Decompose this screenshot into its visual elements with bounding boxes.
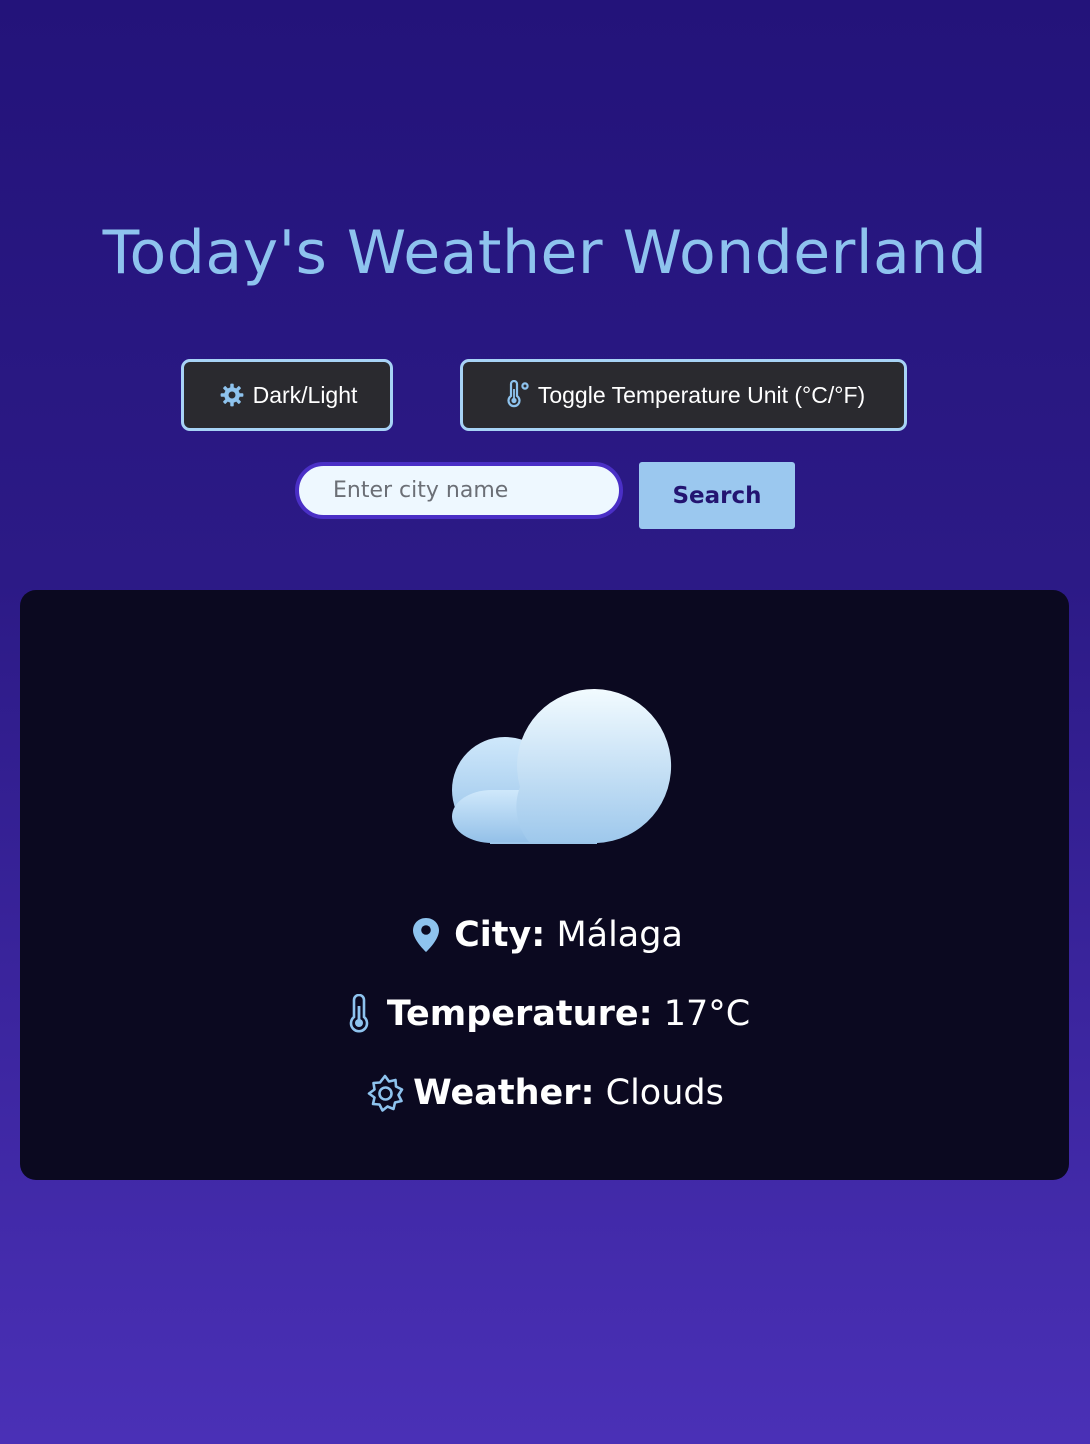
unit-toggle-button[interactable]: Toggle Temperature Unit (°C/°F) (460, 359, 907, 431)
search-button[interactable]: Search (639, 462, 795, 529)
city-search-input[interactable] (295, 462, 623, 519)
thermometer-icon (339, 994, 379, 1034)
city-label: City: (454, 915, 546, 955)
thermometer-degree-icon (502, 380, 532, 410)
temperature-label: Temperature: (386, 994, 653, 1034)
city-value: Málaga (556, 915, 683, 955)
gear-icon (365, 1073, 405, 1113)
weather-row: Weather: Clouds (20, 1073, 1069, 1113)
weather-card: City: Málaga Temperature: 17°C Weather: … (20, 590, 1069, 1180)
theme-toggle-label: Dark/Light (252, 381, 358, 408)
gear-icon (217, 380, 247, 410)
temperature-row: Temperature: 17°C (20, 994, 1069, 1034)
weather-label: Weather: (413, 1073, 595, 1113)
weather-value: Clouds (605, 1073, 724, 1113)
unit-toggle-label: Toggle Temperature Unit (°C/°F) (537, 381, 866, 408)
theme-toggle-button[interactable]: Dark/Light (181, 359, 393, 431)
cloud-icon (430, 675, 680, 855)
map-pin-icon (406, 915, 446, 955)
city-row: City: Málaga (20, 915, 1069, 955)
page-title: Today's Weather Wonderland (102, 218, 988, 288)
temperature-value: 17°C (663, 994, 751, 1034)
